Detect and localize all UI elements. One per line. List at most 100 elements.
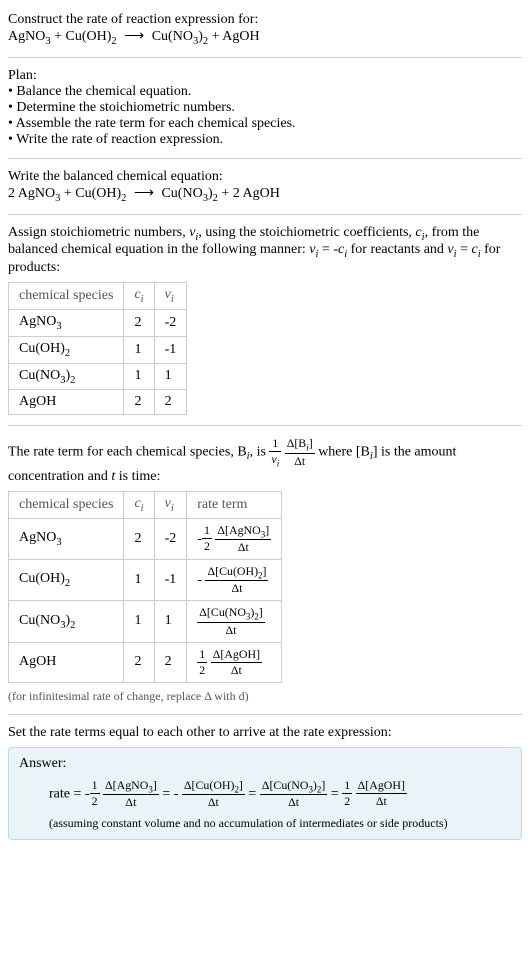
- cell-rate: - Δ[Cu(OH)2]Δt: [187, 559, 282, 600]
- plan-item: • Determine the stoichiometric numbers.: [8, 100, 522, 116]
- cell-nu: -1: [154, 336, 187, 363]
- fraction: Δ[AgOH]Δt: [356, 778, 407, 809]
- eq-sign: =: [70, 786, 85, 801]
- cell-rate: -12 Δ[AgNO3]Δt: [187, 518, 282, 559]
- fraction: Δ[AgNO3]Δt: [103, 778, 159, 810]
- balanced-section: Write the balanced chemical equation: 2 …: [8, 169, 522, 204]
- table-header-row: chemical species ci νi: [9, 283, 187, 310]
- product-2: AgOH: [222, 29, 259, 44]
- cell-c: 2: [124, 642, 154, 682]
- text: =: [457, 242, 472, 257]
- product-1: Cu(NO: [161, 186, 202, 201]
- cell-species: AgOH: [9, 390, 124, 415]
- plan-text: Balance the chemical equation.: [16, 84, 191, 99]
- table-row: AgNO3 2 -2 -12 Δ[AgNO3]Δt: [9, 518, 282, 559]
- rate-table: chemical species ci νi rate term AgNO3 2…: [8, 491, 282, 683]
- text: = -: [318, 242, 338, 257]
- cell-c: 1: [124, 336, 154, 363]
- plan-item: • Assemble the rate term for each chemic…: [8, 116, 522, 132]
- cell-species: AgOH: [9, 642, 124, 682]
- eq-sign: =: [331, 786, 342, 801]
- col-rate: rate term: [187, 491, 282, 518]
- text: , using the stoichiometric coefficients,: [198, 225, 415, 240]
- sub: 2: [111, 36, 116, 47]
- fraction: 12: [90, 778, 100, 809]
- reactant-2: Cu(OH): [75, 186, 121, 201]
- text: where [B: [318, 445, 370, 460]
- reactant-1: AgNO: [18, 186, 55, 201]
- cell-species: AgNO3: [9, 309, 124, 336]
- table-header-row: chemical species ci νi rate term: [9, 491, 282, 518]
- denominator: Δt: [285, 454, 315, 469]
- cell-species: Cu(OH)2: [9, 336, 124, 363]
- intro-section: Construct the rate of reaction expressio…: [8, 12, 522, 47]
- sub: 3: [55, 193, 60, 204]
- product-2: AgOH: [243, 186, 280, 201]
- sub: 2: [213, 193, 218, 204]
- table-row: Cu(OH)2 1 -1: [9, 336, 187, 363]
- cell-rate: 12 Δ[AgOH]Δt: [187, 642, 282, 682]
- col-nu: νi: [154, 491, 187, 518]
- cell-species: Cu(NO3)2: [9, 363, 124, 390]
- neg: -: [174, 786, 179, 801]
- eq-sign: =: [162, 786, 173, 801]
- answer-equation: rate = -12 Δ[AgNO3]Δt = - Δ[Cu(OH)2]Δt =…: [49, 778, 511, 810]
- divider: [8, 214, 522, 215]
- plan-title: Plan:: [8, 68, 522, 84]
- fraction: Δ[Cu(OH)2]Δt: [182, 778, 245, 810]
- table-row: AgOH 2 2: [9, 390, 187, 415]
- stoich-table: chemical species ci νi AgNO3 2 -2 Cu(OH)…: [8, 282, 187, 415]
- coef: 2: [8, 186, 15, 201]
- sub: 2: [121, 193, 126, 204]
- fraction: 1νi: [269, 436, 281, 468]
- answer-note: (assuming constant volume and no accumul…: [49, 816, 511, 831]
- cell-species: AgNO3: [9, 518, 124, 559]
- fraction: Δ[Bi]Δt: [285, 436, 315, 468]
- arrow-icon: ⟶: [124, 28, 144, 45]
- col-species: chemical species: [9, 491, 124, 518]
- sub: 3: [45, 36, 50, 47]
- text: The rate term for each chemical species,…: [8, 445, 247, 460]
- plan-section: Plan: • Balance the chemical equation. •…: [8, 68, 522, 148]
- plan-text: Determine the stoichiometric numbers.: [16, 100, 235, 115]
- cell-c: 2: [124, 518, 154, 559]
- cell-nu: 1: [154, 601, 187, 642]
- sub: 2: [203, 36, 208, 47]
- rate-word: rate: [49, 786, 70, 801]
- fraction: Δ[Cu(NO3)2]Δt: [260, 778, 327, 810]
- reactant-2: Cu(OH): [66, 29, 112, 44]
- table-row: AgOH 2 2 12 Δ[AgOH]Δt: [9, 642, 282, 682]
- divider: [8, 158, 522, 159]
- arrow-icon: ⟶: [134, 185, 154, 202]
- cell-nu: 2: [154, 642, 187, 682]
- final-section: Set the rate terms equal to each other t…: [8, 725, 522, 840]
- coef: 2: [233, 186, 240, 201]
- table-row: Cu(OH)2 1 -1 - Δ[Cu(OH)2]Δt: [9, 559, 282, 600]
- intro-equation: AgNO3 + Cu(OH)2 ⟶ Cu(NO3)2 + AgOH: [8, 28, 522, 47]
- plan-text: Assemble the rate term for each chemical…: [16, 116, 296, 131]
- table-row: Cu(NO3)2 1 1: [9, 363, 187, 390]
- col-nu: νi: [154, 283, 187, 310]
- fraction: 12: [342, 778, 352, 809]
- cell-nu: -2: [154, 309, 187, 336]
- cell-c: 1: [124, 363, 154, 390]
- rateterm-section: The rate term for each chemical species,…: [8, 436, 522, 703]
- table-row: AgNO3 2 -2: [9, 309, 187, 336]
- divider: [8, 57, 522, 58]
- cell-species: Cu(OH)2: [9, 559, 124, 600]
- reactant-1: AgNO: [8, 29, 45, 44]
- answer-label: Answer:: [19, 756, 511, 772]
- cell-rate: Δ[Cu(NO3)2]Δt: [187, 601, 282, 642]
- balanced-title: Write the balanced chemical equation:: [8, 169, 522, 185]
- text: , is: [250, 445, 270, 460]
- plan-item: • Balance the chemical equation.: [8, 84, 522, 100]
- cell-nu: -2: [154, 518, 187, 559]
- text: for reactants and: [347, 242, 447, 257]
- cell-species: Cu(NO3)2: [9, 601, 124, 642]
- text: Assign stoichiometric numbers,: [8, 225, 189, 240]
- cell-c: 1: [124, 559, 154, 600]
- eq-sign: =: [248, 786, 259, 801]
- assign-section: Assign stoichiometric numbers, νi , using…: [8, 225, 522, 416]
- product-1: Cu(NO: [152, 29, 193, 44]
- cell-nu: 1: [154, 363, 187, 390]
